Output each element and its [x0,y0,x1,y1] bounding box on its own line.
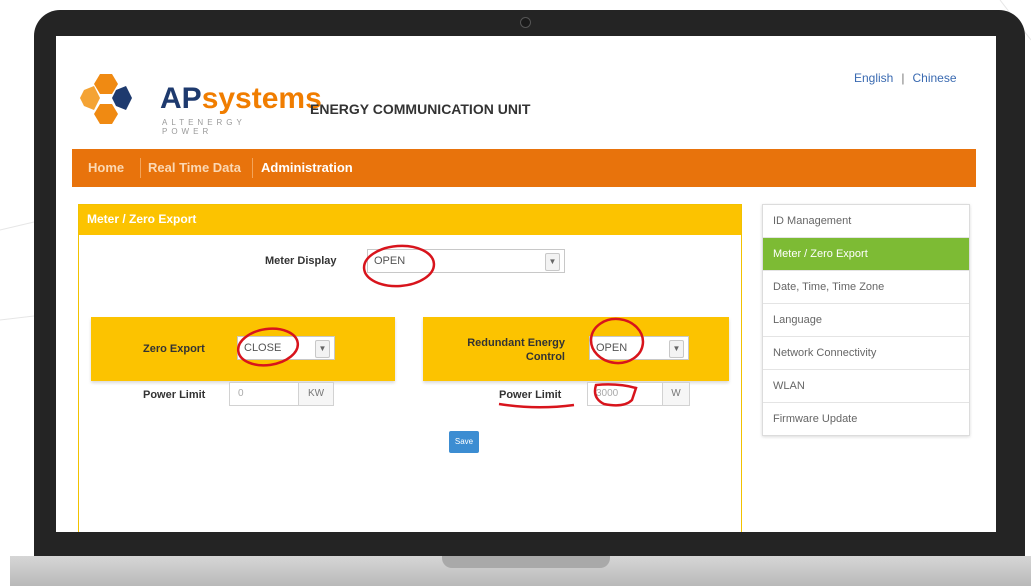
nav-home[interactable]: Home [88,149,124,187]
power-limit-w-input[interactable]: 3000 [587,382,663,406]
nav-real-time-data[interactable]: Real Time Data [148,149,241,187]
redundant-energy-select[interactable]: OPEN ▼ [589,336,689,360]
nav-divider [252,158,253,178]
chevron-down-icon: ▼ [669,340,684,358]
chevron-down-icon: ▼ [545,253,560,271]
language-separator: | [901,71,905,85]
main-navbar: Home Real Time Data Administration [72,149,976,187]
apsystems-logo: APsystems ALTENERGY POWER [78,70,322,136]
language-switcher: English | Chinese [854,71,957,85]
sidebar-item-network-connectivity[interactable]: Network Connectivity [763,337,969,370]
panel-header: Meter / Zero Export [79,205,741,235]
logo-mark-icon [80,74,132,124]
laptop-notch [442,556,610,568]
meter-display-label: Meter Display [265,255,337,267]
nav-administration[interactable]: Administration [261,149,353,187]
logo-wordmark: APsystems [160,82,322,115]
language-chinese-link[interactable]: Chinese [912,71,956,85]
chevron-down-icon: ▼ [315,340,330,358]
sidebar-item-id-management[interactable]: ID Management [763,205,969,238]
sidebar-item-date-time[interactable]: Date, Time, Time Zone [763,271,969,304]
admin-sidebar: ID Management Meter / Zero Export Date, … [762,204,970,436]
nav-divider [140,158,141,178]
panel-title: Meter / Zero Export [87,212,197,226]
sidebar-item-language[interactable]: Language [763,304,969,337]
power-limit-kw-input[interactable]: 0 [229,382,299,406]
zero-export-select[interactable]: CLOSE ▼ [237,336,335,360]
meter-display-select[interactable]: OPEN ▼ [367,249,565,273]
kw-unit-addon: KW [298,382,334,406]
unit-title: ENERGY COMMUNICATION UNIT [310,101,531,117]
sidebar-item-wlan[interactable]: WLAN [763,370,969,403]
save-button[interactable]: Save [449,431,479,453]
language-english-link[interactable]: English [854,71,893,85]
zero-export-label: Zero Export [143,343,205,355]
redundant-energy-label: Redundant Energy Control [467,337,565,363]
meter-display-value: OPEN [374,255,406,267]
w-unit-addon: W [662,382,690,406]
sidebar-item-firmware-update[interactable]: Firmware Update [763,403,969,435]
camera-icon [520,17,531,28]
meter-zero-export-panel: Meter / Zero Export Meter Display OPEN ▼… [78,204,742,532]
sidebar-item-meter-zero-export[interactable]: Meter / Zero Export [763,238,969,271]
laptop-screen: APsystems ALTENERGY POWER ENERGY COMMUNI… [56,36,996,532]
power-limit-label: Power Limit [143,389,206,401]
logo-tagline: ALTENERGY POWER [162,118,246,136]
power-limit-label: Power Limit [499,389,562,401]
zero-export-value: CLOSE [244,342,282,354]
redundant-energy-value: OPEN [596,342,628,354]
